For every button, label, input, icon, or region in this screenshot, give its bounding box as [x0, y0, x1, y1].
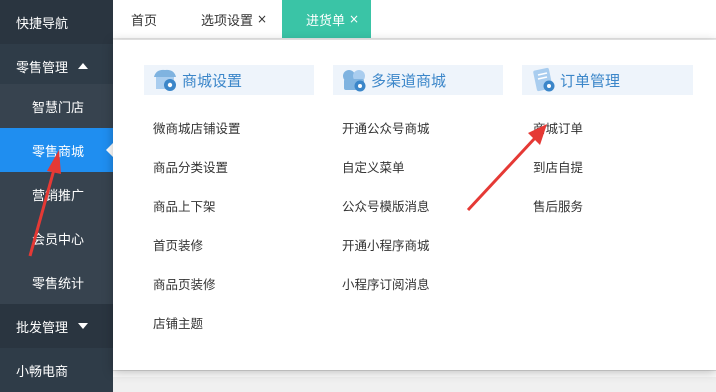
sidebar-item-label: 小畅电商 — [16, 364, 69, 380]
sidebar: 快捷导航 零售管理 智慧门店 零售商城 营销推广 会员中心 零售统计 批发管理 … — [0, 0, 113, 392]
sidebar-item-retail-stats[interactable]: 零售统计 — [0, 260, 113, 304]
menu-link-custom-menu[interactable]: 自定义菜单 — [342, 157, 405, 176]
column-title: 订单管理 — [560, 71, 621, 90]
column-title: 多渠道商城 — [371, 71, 447, 90]
caret-up-icon — [78, 63, 89, 69]
sidebar-group-retail-label: 零售管理 — [16, 60, 69, 76]
menu-link-after-sales[interactable]: 售后服务 — [533, 196, 583, 215]
sidebar-item-label: 零售商城 — [32, 144, 85, 160]
tab-options-settings[interactable]: 选项设置 × — [201, 0, 267, 38]
sidebar-group-retail[interactable]: 零售管理 — [0, 44, 113, 88]
menu-link-mini-program-subscription[interactable]: 小程序订阅消息 — [342, 274, 430, 293]
menu-link-category-settings[interactable]: 商品分类设置 — [153, 157, 228, 176]
sidebar-item-label: 会员中心 — [32, 232, 85, 248]
column-header-order-management: 订单管理 — [522, 65, 693, 95]
column-header-shop-settings: 商城设置 — [144, 65, 314, 95]
menu-link-home-decoration[interactable]: 首页装修 — [153, 235, 203, 254]
menu-link-open-official-account-mall[interactable]: 开通公众号商城 — [342, 118, 430, 137]
caret-down-icon — [78, 323, 89, 329]
mega-menu-panel: 商城设置 微商城店铺设置 商品分类设置 商品上下架 首页装修 商品页装修 店铺主… — [113, 40, 716, 370]
column-header-multichannel: 多渠道商城 — [333, 65, 503, 95]
menu-link-shop-settings[interactable]: 微商城店铺设置 — [153, 118, 241, 137]
sidebar-item-member-center[interactable]: 会员中心 — [0, 216, 113, 260]
sidebar-group-wholesale-label: 批发管理 — [16, 320, 69, 336]
menu-link-product-shelf[interactable]: 商品上下架 — [153, 196, 216, 215]
close-icon[interactable]: × — [257, 12, 267, 26]
sidebar-item-label: 零售统计 — [32, 276, 85, 292]
tab-purchase-order[interactable]: 进货单 × — [282, 0, 372, 38]
sidebar-item-ecommerce[interactable]: 小畅电商 — [0, 348, 113, 392]
sidebar-item-smart-store[interactable]: 智慧门店 — [0, 84, 113, 128]
tab-label: 进货单 — [306, 13, 346, 29]
menu-link-mall-orders[interactable]: 商城订单 — [533, 118, 583, 137]
column-title: 商城设置 — [182, 71, 243, 90]
shop-settings-icon — [150, 65, 180, 95]
tab-bar: 首页 选项设置 × 进货单 × — [113, 0, 716, 39]
sidebar-item-label: 智慧门店 — [32, 100, 85, 116]
tab-label: 首页 — [131, 13, 158, 29]
order-management-icon — [528, 65, 558, 95]
sidebar-quick-nav[interactable]: 快捷导航 — [0, 0, 113, 44]
sidebar-item-label: 营销推广 — [32, 188, 85, 204]
menu-link-open-mini-program-mall[interactable]: 开通小程序商城 — [342, 235, 430, 254]
sidebar-group-wholesale[interactable]: 批发管理 — [0, 304, 113, 348]
menu-link-template-message[interactable]: 公众号模版消息 — [342, 196, 430, 215]
active-indicator-icon — [106, 143, 113, 157]
menu-link-store-pickup[interactable]: 到店自提 — [533, 157, 583, 176]
menu-link-shop-theme[interactable]: 店铺主题 — [153, 313, 203, 332]
tab-home[interactable]: 首页 — [131, 0, 157, 38]
sidebar-quick-nav-label: 快捷导航 — [16, 16, 69, 32]
tab-label: 选项设置 — [201, 13, 254, 29]
sidebar-item-retail-mall[interactable]: 零售商城 — [0, 128, 113, 172]
menu-link-product-page-decoration[interactable]: 商品页装修 — [153, 274, 216, 293]
sidebar-item-marketing[interactable]: 营销推广 — [0, 172, 113, 216]
close-icon[interactable]: × — [349, 12, 359, 26]
multichannel-shop-icon — [339, 65, 369, 95]
